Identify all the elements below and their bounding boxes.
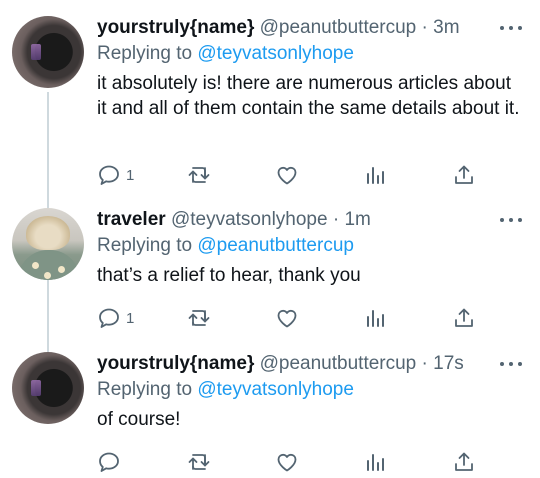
more-icon[interactable] xyxy=(500,353,522,375)
like-icon xyxy=(277,309,297,328)
reply-button[interactable]: 1 xyxy=(97,162,134,188)
avatar-shirt-flower xyxy=(58,266,65,273)
mention-link[interactable]: @teyvatsonlyhope xyxy=(197,43,354,64)
tweet-header: traveler @teyvatsonlyhope · 1m xyxy=(97,209,522,231)
share-icon xyxy=(455,165,473,184)
share-button[interactable] xyxy=(452,162,476,188)
views-icon xyxy=(367,310,384,327)
tweet[interactable]: yourstruly{name} @peanutbuttercup · 3m R… xyxy=(0,0,540,200)
action-bar: 1 xyxy=(0,162,540,188)
views-button[interactable] xyxy=(364,449,388,475)
user-handle[interactable]: @teyvatsonlyhope xyxy=(171,209,328,230)
avatar[interactable] xyxy=(12,16,84,88)
separator-dot: · xyxy=(421,353,428,374)
like-button[interactable] xyxy=(275,305,299,331)
share-button[interactable] xyxy=(452,305,476,331)
retweet-button[interactable] xyxy=(187,305,211,331)
action-bar xyxy=(0,449,540,475)
replying-label: Replying to xyxy=(97,235,193,256)
share-button[interactable] xyxy=(452,449,476,475)
replying-to-line: Replying to @teyvatsonlyhope xyxy=(97,41,522,67)
avatar-shirt-flower xyxy=(44,272,51,279)
like-icon xyxy=(277,453,297,472)
replying-label: Replying to xyxy=(97,43,193,64)
reply-icon xyxy=(99,308,119,328)
like-icon xyxy=(277,166,297,185)
views-icon xyxy=(367,167,384,184)
timestamp[interactable]: 1m xyxy=(344,209,370,230)
like-button[interactable] xyxy=(275,162,299,188)
avatar-shirt-flower xyxy=(32,262,39,269)
action-bar: 1 xyxy=(0,305,540,331)
user-handle[interactable]: @peanutbuttercup xyxy=(260,17,417,38)
mention-link[interactable]: @teyvatsonlyhope xyxy=(197,379,354,400)
avatar-hair xyxy=(26,216,70,250)
reply-count: 1 xyxy=(126,309,135,327)
views-icon xyxy=(367,454,384,471)
separator-dot: · xyxy=(332,209,340,230)
share-icon xyxy=(455,452,473,471)
avatar[interactable] xyxy=(12,208,84,280)
retweet-icon xyxy=(188,167,210,183)
timestamp[interactable]: 17s xyxy=(433,353,464,374)
reply-button[interactable]: 1 xyxy=(97,305,134,331)
retweet-icon xyxy=(188,454,210,470)
display-name[interactable]: yourstruly{name} xyxy=(97,17,254,38)
separator-dot: · xyxy=(421,17,428,38)
share-icon xyxy=(455,308,473,327)
timestamp[interactable]: 3m xyxy=(433,17,459,38)
retweet-button[interactable] xyxy=(187,162,211,188)
like-button[interactable] xyxy=(275,449,299,475)
user-handle[interactable]: @peanutbuttercup xyxy=(260,353,417,374)
display-name[interactable]: yourstruly{name} xyxy=(97,353,254,374)
tweet-text: of course! xyxy=(97,409,181,430)
tweet-header: yourstruly{name} @peanutbuttercup · 3m xyxy=(97,17,522,39)
mention-link[interactable]: @peanutbuttercup xyxy=(197,235,354,256)
replying-to-line: Replying to @teyvatsonlyhope xyxy=(97,377,522,403)
retweet-icon xyxy=(188,310,210,326)
tweet[interactable]: traveler @teyvatsonlyhope · 1m Replying … xyxy=(0,200,540,340)
retweet-button[interactable] xyxy=(187,449,211,475)
more-icon[interactable] xyxy=(500,209,522,231)
reply-icon xyxy=(99,452,119,472)
tweet-text: it absolutely is! there are numerous art… xyxy=(97,73,520,119)
replying-label: Replying to xyxy=(97,379,193,400)
avatar-phone-glow xyxy=(31,44,41,60)
avatar-phone-glow xyxy=(31,380,41,396)
reply-button[interactable] xyxy=(97,449,126,475)
views-button[interactable] xyxy=(364,162,388,188)
more-icon[interactable] xyxy=(500,17,522,39)
tweet-text: that’s a relief to hear, thank you xyxy=(97,265,361,286)
reply-icon xyxy=(99,165,119,185)
reply-count: 1 xyxy=(126,166,135,184)
tweet[interactable]: yourstruly{name} @peanutbuttercup · 17s … xyxy=(0,340,540,478)
views-button[interactable] xyxy=(364,305,388,331)
replying-to-line: Replying to @peanutbuttercup xyxy=(97,233,522,259)
tweet-header: yourstruly{name} @peanutbuttercup · 17s xyxy=(97,353,522,375)
display-name[interactable]: traveler xyxy=(97,209,166,230)
avatar[interactable] xyxy=(12,352,84,424)
